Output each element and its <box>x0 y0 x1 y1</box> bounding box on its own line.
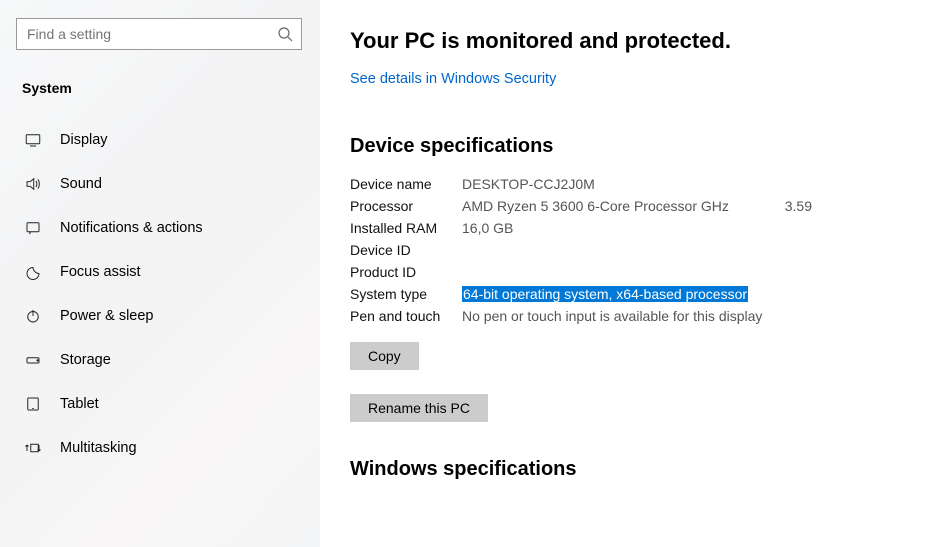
notifications-icon <box>22 217 44 239</box>
spec-value-ram: 16,0 GB <box>462 220 752 236</box>
spec-value-pen-touch: No pen or touch input is available for t… <box>462 308 812 324</box>
nav-label: Power & sleep <box>60 308 154 324</box>
nav-item-tablet[interactable]: Tablet <box>16 382 304 426</box>
tablet-icon <box>22 393 44 415</box>
spec-label-device-name: Device name <box>350 176 462 192</box>
section-heading: System <box>22 80 304 96</box>
windows-security-link[interactable]: See details in Windows Security <box>350 71 556 87</box>
nav-label: Sound <box>60 176 102 192</box>
sound-icon <box>22 173 44 195</box>
spec-label-pen-touch: Pen and touch <box>350 308 462 324</box>
nav-item-storage[interactable]: Storage <box>16 338 304 382</box>
display-icon <box>22 129 44 151</box>
spec-extra-processor: 3.59 <box>752 198 812 214</box>
nav-label: Tablet <box>60 396 99 412</box>
spec-value-processor: AMD Ryzen 5 3600 6-Core Processor GHz <box>462 198 752 214</box>
nav-label: Focus assist <box>60 264 141 280</box>
search-input[interactable] <box>25 25 277 43</box>
settings-sidebar: System Display Sound Notifications & act… <box>0 0 320 547</box>
spec-value-device-id <box>462 242 752 258</box>
windows-spec-heading: Windows specifications <box>350 458 897 481</box>
spec-value-system-type: 64-bit operating system, x64-based proce… <box>462 286 752 302</box>
nav-label: Multitasking <box>60 440 137 456</box>
nav-item-power-sleep[interactable]: Power & sleep <box>16 294 304 338</box>
spec-label-ram: Installed RAM <box>350 220 462 236</box>
device-spec-table: Device name DESKTOP-CCJ2J0M Processor AM… <box>350 176 897 324</box>
copy-button[interactable]: Copy <box>350 342 419 370</box>
nav-item-notifications[interactable]: Notifications & actions <box>16 206 304 250</box>
nav-item-sound[interactable]: Sound <box>16 162 304 206</box>
nav-item-multitasking[interactable]: Multitasking <box>16 426 304 470</box>
nav-item-display[interactable]: Display <box>16 118 304 162</box>
spec-value-product-id <box>462 264 752 280</box>
nav-list: Display Sound Notifications & actions Fo… <box>16 118 304 470</box>
power-icon <box>22 305 44 327</box>
search-icon <box>277 26 293 42</box>
search-container[interactable] <box>16 18 302 50</box>
device-spec-heading: Device specifications <box>350 135 897 158</box>
settings-content: Your PC is monitored and protected. See … <box>320 0 927 547</box>
nav-label: Storage <box>60 352 111 368</box>
nav-label: Notifications & actions <box>60 220 203 236</box>
spec-value-device-name: DESKTOP-CCJ2J0M <box>462 176 752 192</box>
focus-assist-icon <box>22 261 44 283</box>
multitasking-icon <box>22 437 44 459</box>
page-headline: Your PC is monitored and protected. <box>350 28 897 54</box>
spec-label-system-type: System type <box>350 286 462 302</box>
storage-icon <box>22 349 44 371</box>
spec-label-device-id: Device ID <box>350 242 462 258</box>
nav-label: Display <box>60 132 108 148</box>
nav-item-focus-assist[interactable]: Focus assist <box>16 250 304 294</box>
spec-label-processor: Processor <box>350 198 462 214</box>
rename-pc-button[interactable]: Rename this PC <box>350 394 488 422</box>
spec-label-product-id: Product ID <box>350 264 462 280</box>
